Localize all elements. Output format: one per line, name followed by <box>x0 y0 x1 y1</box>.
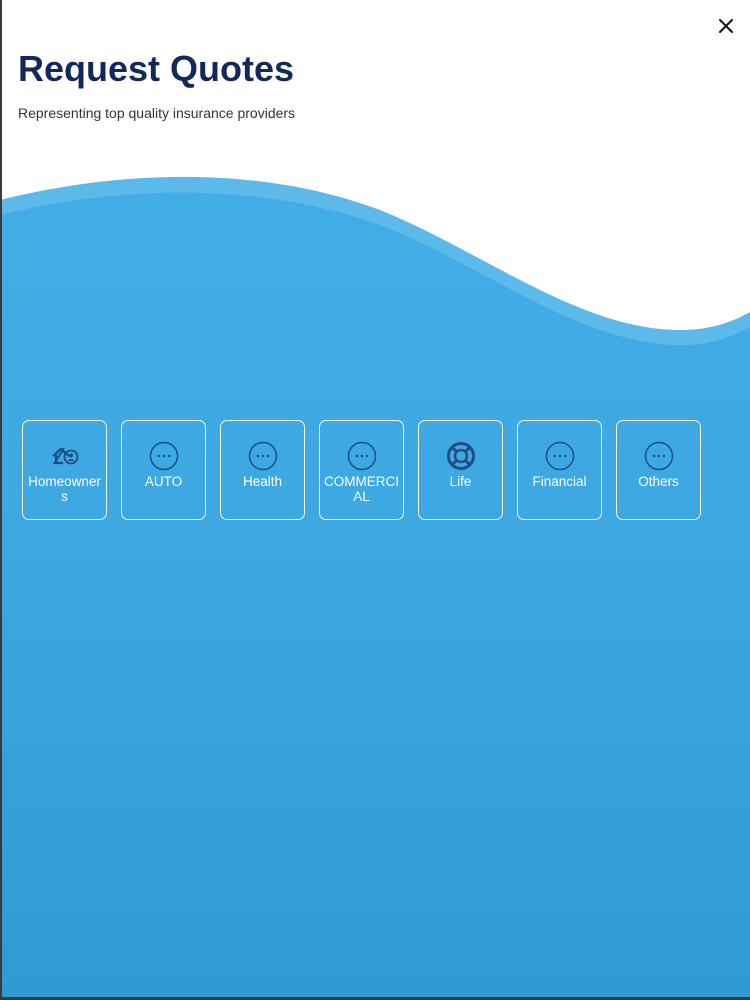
category-label: Life <box>449 474 472 489</box>
category-others-button[interactable]: Others <box>616 420 701 520</box>
more-horizontal-icon <box>644 441 674 471</box>
category-label: Others <box>638 474 679 489</box>
page-title: Request Quotes <box>18 48 295 89</box>
category-life-button[interactable]: Life <box>418 420 503 520</box>
house-user-icon <box>50 441 80 471</box>
category-label: Health <box>242 474 283 489</box>
category-homeowners-button[interactable]: Homeowners <box>22 420 107 520</box>
category-financial-button[interactable]: Financial <box>517 420 602 520</box>
more-horizontal-icon <box>545 441 575 471</box>
window-left-edge <box>0 0 2 1000</box>
category-label: AUTO <box>144 474 183 489</box>
close-icon <box>719 19 733 33</box>
more-horizontal-icon <box>347 441 377 471</box>
lifebuoy-icon <box>446 441 476 471</box>
close-button[interactable] <box>714 14 738 38</box>
category-label: Financial <box>532 474 587 489</box>
category-list: Homeowners AUTO Health COMMERCIAL Life F… <box>22 420 701 520</box>
category-health-button[interactable]: Health <box>220 420 305 520</box>
category-commercial-button[interactable]: COMMERCIAL <box>319 420 404 520</box>
more-horizontal-icon <box>248 441 278 471</box>
category-label: Homeowners <box>28 474 101 504</box>
page-subtitle: Representing top quality insurance provi… <box>18 105 296 121</box>
more-horizontal-icon <box>149 441 179 471</box>
category-label: COMMERCIAL <box>324 474 399 504</box>
category-auto-button[interactable]: AUTO <box>121 420 206 520</box>
